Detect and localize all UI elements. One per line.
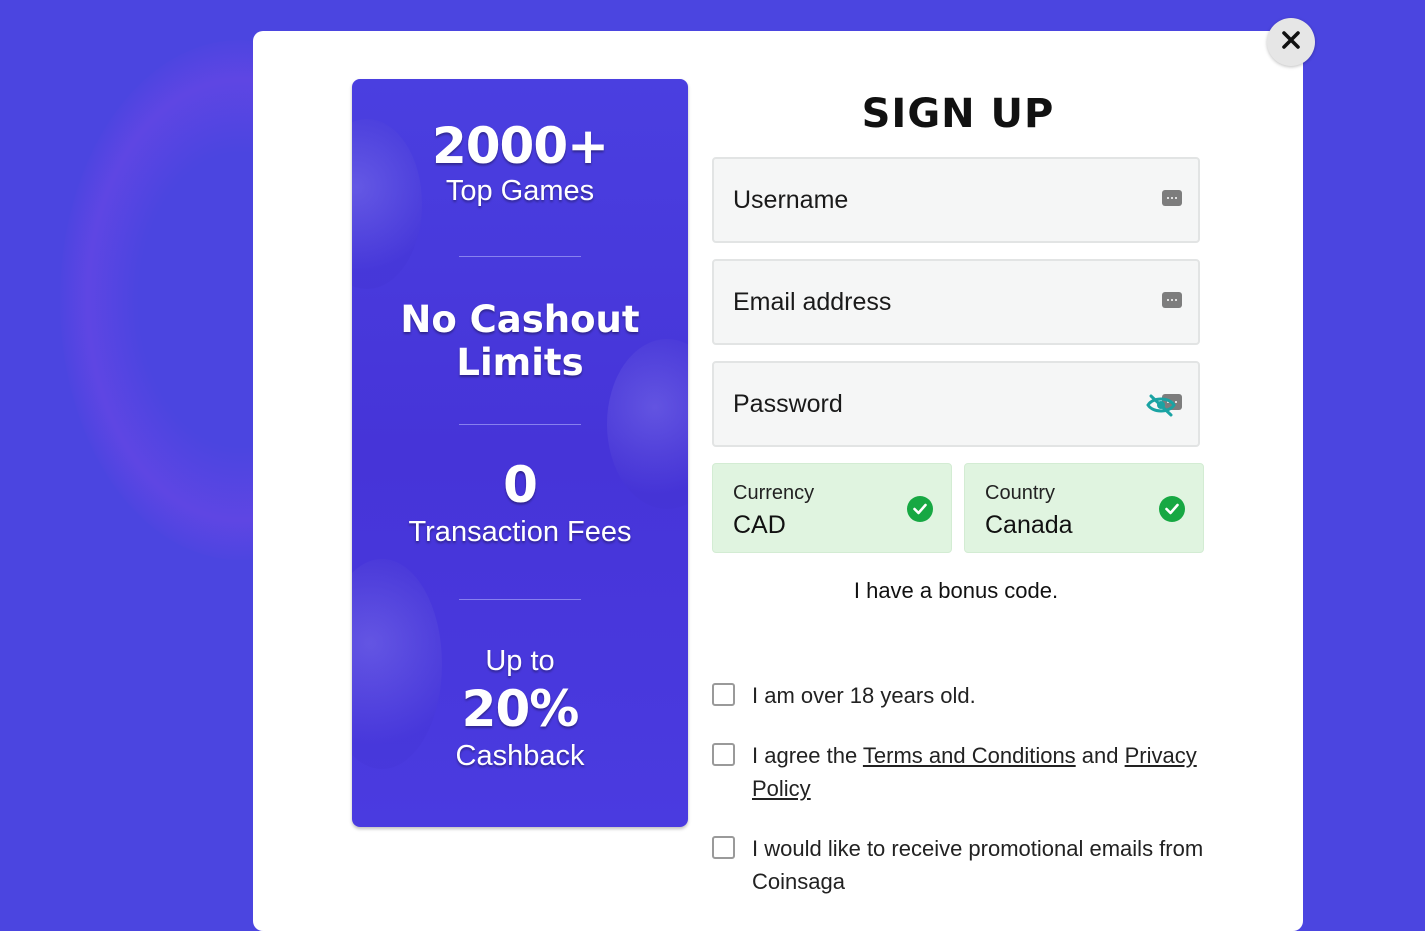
- games-label: Top Games: [445, 175, 595, 207]
- fees-label: Transaction Fees: [408, 516, 632, 548]
- cashout-line1: No Cashout: [400, 298, 640, 341]
- country-value: Canada: [985, 511, 1073, 539]
- feature-cashback: Up to 20% Cashback: [352, 645, 688, 773]
- currency-label: Currency: [733, 482, 815, 504]
- currency-select[interactable]: Currency CAD: [712, 463, 952, 553]
- country-label: Country: [985, 482, 1056, 504]
- username-field: [712, 157, 1200, 243]
- check-circle-icon: [1159, 496, 1185, 522]
- cashout-line2: Limits: [456, 341, 584, 384]
- close-button[interactable]: [1267, 18, 1315, 66]
- email-input[interactable]: [714, 261, 1198, 343]
- country-select[interactable]: Country Canada: [964, 463, 1204, 553]
- terms-label: I agree the Terms and Conditions and Pri…: [752, 739, 1212, 805]
- autofill-icon[interactable]: [1162, 292, 1182, 308]
- check-circle-icon: [907, 496, 933, 522]
- username-input[interactable]: [714, 159, 1198, 241]
- divider: [459, 256, 581, 257]
- cashback-value: 20%: [461, 680, 580, 738]
- promo-emails-label: I would like to receive promotional emai…: [752, 836, 1204, 894]
- promo-panel: 2000+ Top Games No Cashout Limits 0 Tran…: [352, 79, 688, 827]
- feature-cashout: No Cashout Limits: [352, 298, 688, 384]
- divider: [459, 424, 581, 425]
- agree-and: and: [1075, 743, 1125, 768]
- close-icon: [1281, 30, 1301, 54]
- cashback-prefix: Up to: [485, 645, 555, 677]
- feature-fees: 0 Transaction Fees: [352, 460, 688, 549]
- currency-value: CAD: [733, 511, 786, 539]
- password-field: [712, 361, 1200, 447]
- divider: [459, 599, 581, 600]
- promo-emails-checkbox[interactable]: [712, 836, 735, 859]
- agree-prefix: I agree the: [752, 743, 863, 768]
- page-title: SIGN UP: [861, 91, 1055, 137]
- age-label: I am over 18 years old.: [752, 683, 976, 708]
- age-checkbox[interactable]: [712, 683, 735, 706]
- terms-link[interactable]: Terms and Conditions: [863, 743, 1076, 768]
- email-field: [712, 259, 1200, 345]
- cashback-label: Cashback: [455, 740, 585, 772]
- feature-games: 2000+ Top Games: [352, 121, 688, 208]
- eye-off-icon[interactable]: [1146, 393, 1176, 421]
- password-input[interactable]: [714, 363, 1198, 445]
- signup-modal: 2000+ Top Games No Cashout Limits 0 Tran…: [253, 31, 1303, 931]
- terms-checkbox[interactable]: [712, 743, 735, 766]
- bonus-code-link[interactable]: I have a bonus code.: [712, 578, 1200, 604]
- fees-count: 0: [503, 456, 538, 514]
- autofill-icon[interactable]: [1162, 190, 1182, 206]
- games-count: 2000+: [431, 117, 609, 175]
